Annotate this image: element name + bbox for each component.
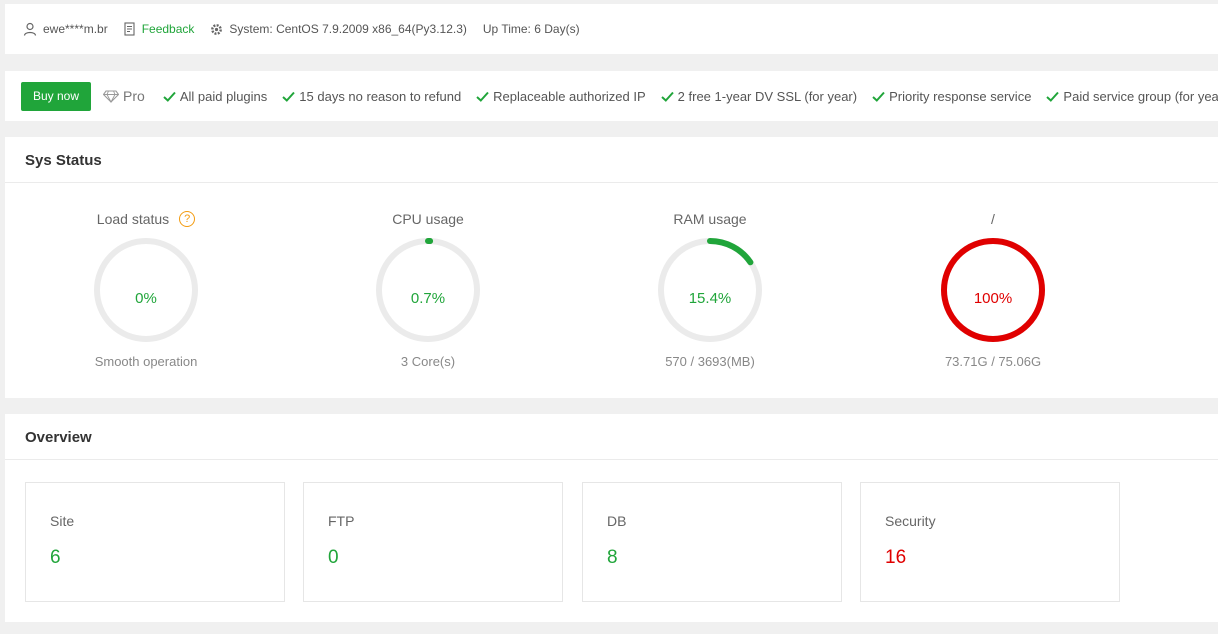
user-account[interactable]: ewe****m.br — [23, 22, 108, 36]
perk-item: 2 free 1-year DV SSL (for year) — [660, 88, 858, 104]
user-icon — [23, 22, 37, 36]
card-name: Security — [885, 513, 936, 529]
overview-card-db[interactable]: DB 8 — [582, 482, 842, 602]
gauge-label: / — [991, 211, 995, 227]
help-icon[interactable]: ? — [179, 211, 196, 227]
overview-panel: Overview Site 6 FTP 0 DB 8 Security 16 — [5, 414, 1218, 622]
overview-card-site[interactable]: Site 6 — [25, 482, 285, 602]
perk-label: Priority response service — [889, 88, 1032, 104]
uptime-text: Up Time: 6 Day(s) — [482, 22, 580, 36]
gauge-ram[interactable]: RAM usage 15.4% 570 / 3693(MB) — [600, 209, 820, 369]
perk-item: Paid service group (for year) — [1046, 89, 1218, 104]
check-icon — [163, 91, 176, 102]
feedback-icon — [124, 22, 135, 36]
gauge-sub: 570 / 3693(MB) — [665, 354, 755, 369]
check-icon — [476, 91, 489, 102]
card-value[interactable]: 8 — [607, 547, 841, 569]
pro-badge: Pro — [103, 88, 145, 104]
feedback-label: Feedback — [141, 22, 195, 36]
pro-bar: Buy now Pro All paid plugins 15 days no … — [5, 71, 1218, 121]
overview-title: Overview — [5, 414, 1218, 460]
perk-item: All paid plugins — [163, 89, 267, 104]
check-icon — [282, 91, 296, 102]
perk-item: Replaceable authorized IP — [476, 89, 646, 104]
perk-label: 15 days no reason to refund — [299, 88, 462, 104]
gauge-label: RAM usage — [673, 211, 747, 227]
check-icon — [872, 91, 885, 102]
check-icon — [660, 91, 674, 102]
sys-status-panel: Sys Status Load status? 0% Smooth operat… — [5, 137, 1218, 398]
gauge-load[interactable]: Load status? 0% Smooth operation — [36, 209, 256, 369]
overview-card-ftp[interactable]: FTP 0 — [303, 482, 563, 602]
system-info: System: CentOS 7.9.2009 x86_64(Py3.12.3) — [210, 22, 467, 36]
buy-now-button[interactable]: Buy now — [21, 81, 92, 111]
gauge-sub: 73.71G / 75.06G — [944, 354, 1042, 369]
gauge-disk[interactable]: / 100% 73.71G / 75.06G — [883, 209, 1103, 369]
overview-card-security[interactable]: Security 16 — [860, 482, 1120, 602]
card-value[interactable]: 0 — [328, 547, 562, 569]
user-name: ewe****m.br — [43, 22, 108, 36]
card-value[interactable]: 16 — [885, 547, 1119, 569]
gauge-label: Load status — [96, 211, 170, 227]
gauge-label: CPU usage — [392, 211, 464, 227]
perk-label: All paid plugins — [179, 88, 268, 104]
perk-label: 2 free 1-year DV SSL (for year) — [677, 88, 858, 104]
feedback-link[interactable]: Feedback — [124, 22, 195, 36]
diamond-icon — [103, 89, 120, 103]
card-name: Site — [50, 513, 75, 529]
gauge-sub: Smooth operation — [94, 354, 198, 369]
perk-label: Paid service group (for year) — [1063, 88, 1218, 104]
perk-label: Replaceable authorized IP — [493, 88, 646, 104]
check-icon — [1046, 91, 1060, 102]
gauge-cpu[interactable]: CPU usage 0.7% 3 Core(s) — [318, 209, 538, 369]
system-text: System: CentOS 7.9.2009 x86_64(Py3.12.3) — [229, 22, 467, 36]
perk-item: 15 days no reason to refund — [282, 89, 461, 104]
uptime-info: Up Time: 6 Day(s) — [483, 22, 580, 36]
card-name: DB — [607, 513, 627, 529]
gauge-value: 15.4% — [688, 290, 732, 307]
pro-label: Pro — [123, 88, 145, 104]
gauge-sub: 3 Core(s) — [400, 354, 456, 369]
top-info-bar: ewe****m.br Feedback System: CentOS 7.9.… — [5, 4, 1218, 54]
gauge-value: 0.7% — [410, 290, 446, 307]
gauge-value: 0% — [135, 290, 157, 307]
gear-icon — [211, 23, 223, 35]
gauge-value: 100% — [973, 290, 1013, 307]
sys-status-title: Sys Status — [5, 137, 1218, 183]
card-value[interactable]: 6 — [50, 547, 284, 569]
perk-item: Priority response service — [872, 89, 1031, 104]
card-name: FTP — [328, 513, 355, 529]
